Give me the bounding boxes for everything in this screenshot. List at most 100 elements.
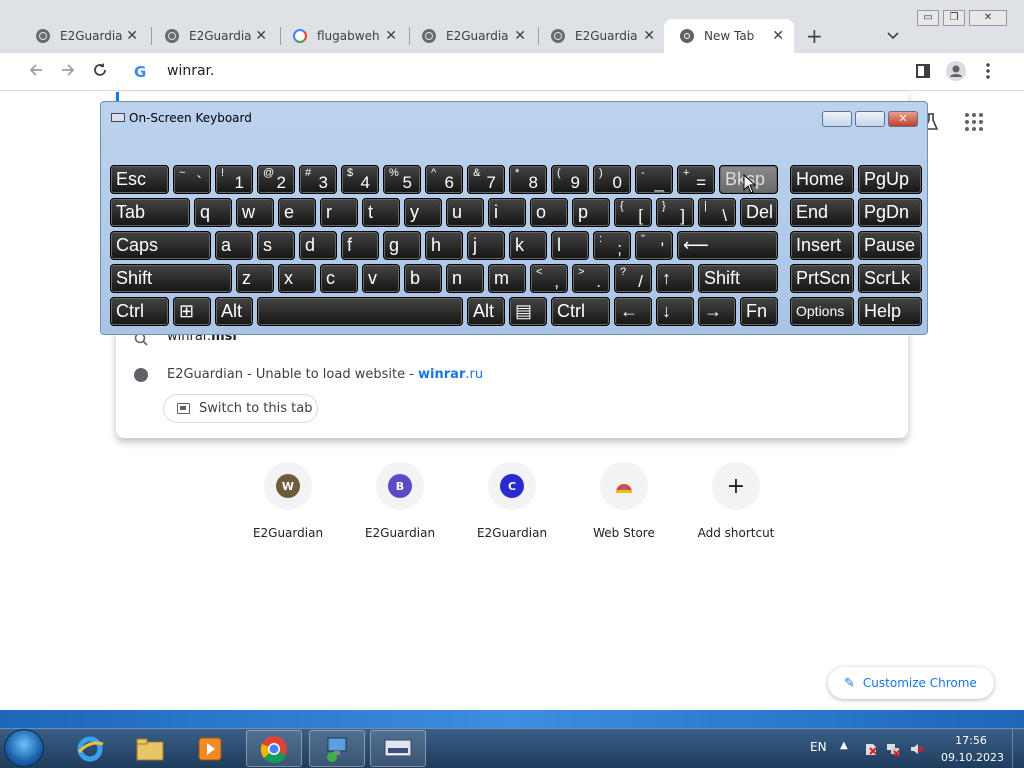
tab-close-icon[interactable]: ✕ [643,28,655,44]
osk-key[interactable]: Options [790,297,854,326]
osk-key[interactable]: ↑ [656,264,694,293]
osk-key[interactable]: c [320,264,358,293]
tab-close-icon[interactable]: ✕ [385,28,397,44]
forward-icon[interactable] [57,61,79,84]
osk-key[interactable]: @2 [257,165,295,194]
clock-time[interactable]: 17:56 [945,734,997,747]
osk-key[interactable]: b [404,264,442,293]
internet-explorer-icon[interactable] [62,730,118,767]
osk-key[interactable]: e [278,198,316,227]
osk-key[interactable]: ⟵ [677,231,778,260]
osk-key[interactable]: $4 [341,165,379,194]
show-desktop-button[interactable] [1012,729,1024,768]
network-icon[interactable] [886,741,900,757]
profile-avatar-icon[interactable] [946,61,966,81]
media-player-icon[interactable] [182,730,238,767]
customize-chrome-button[interactable]: ✎ Customize Chrome [828,667,994,699]
side-panel-icon[interactable] [916,64,930,78]
osk-key[interactable]: PrtScn [790,264,854,293]
osk-key[interactable]: ) 0 [593,165,631,194]
new-tab-button[interactable]: + [806,24,823,48]
osk-key[interactable]: & 7 [467,165,505,194]
osk-key[interactable]: PgUp [858,165,922,194]
osk-key[interactable]: (9 [551,165,589,194]
osk-key[interactable]: q [194,198,232,227]
language-indicator[interactable]: EN [810,740,827,754]
osk-key[interactable]: z [236,264,274,293]
osk-key[interactable]: Ctrl [110,297,169,326]
osk-key[interactable]: u [446,198,484,227]
osk-key[interactable]: - _ [635,165,673,194]
osk-key[interactable]: j [467,231,505,260]
chrome-taskbar-button[interactable] [246,730,302,767]
tab-1[interactable]: E2Guardian ✕ [20,21,148,51]
reload-icon[interactable] [89,61,111,84]
osk-minimize-button[interactable] [822,111,852,127]
osk-close-button[interactable]: ✕ [888,111,918,127]
osk-key[interactable]: Fn [740,297,778,326]
osk-key[interactable]: End [790,198,854,227]
osk-key[interactable]: o [530,198,568,227]
osk-key[interactable]: ? / [614,264,652,293]
osk-key[interactable]: {[ [614,198,652,227]
osk-key[interactable]: Del [740,198,778,227]
suggestion-tab[interactable]: E2Guardian - Unable to load website - wi… [167,367,483,382]
tab-close-icon[interactable]: ✕ [126,28,138,44]
action-center-icon[interactable] [864,741,878,755]
shortcut-2[interactable]: B E2Guardian [352,462,448,540]
osk-key[interactable]: ScrLk [858,264,922,293]
osk-key[interactable]: t [362,198,400,227]
minimize-button[interactable]: ▭ [917,10,939,26]
osk-key[interactable] [257,297,463,326]
osk-key[interactable]: ! 1 [215,165,253,194]
osk-key[interactable]: ▤ [509,297,547,326]
osk-key[interactable]: Pause [858,231,922,260]
osk-key[interactable]: s [257,231,295,260]
network-app-taskbar-button[interactable] [309,730,365,767]
osk-key[interactable]: n [446,264,484,293]
clock-date[interactable]: 09.10.2023 [941,751,1004,764]
osk-key[interactable]: d [299,231,337,260]
osk-key[interactable]: ^ 6 [425,165,463,194]
osk-key[interactable]: :; [593,231,631,260]
osk-key[interactable]: Shift [698,264,778,293]
tab-3[interactable]: flugabwehr ✕ [277,21,407,51]
osk-key[interactable]: f [341,231,379,260]
tab-new-tab[interactable]: New Tab ✕ [664,19,794,53]
show-hidden-icons-icon[interactable]: ▲ [840,740,848,751]
menu-kebab-icon[interactable] [983,62,993,80]
osk-key[interactable]: w [236,198,274,227]
osk-key[interactable]: <, [530,264,568,293]
shortcut-3[interactable]: C E2Guardian [464,462,560,540]
tab-close-icon[interactable]: ✕ [772,28,784,44]
tab-4[interactable]: E2Guardian ✕ [406,21,536,51]
osk-key[interactable]: r [320,198,358,227]
volume-muted-icon[interactable] [910,741,924,755]
osk-key[interactable]: Shift [110,264,232,293]
osk-key[interactable]: ~ ` [173,165,211,194]
osk-key[interactable]: i [488,198,526,227]
shortcut-1[interactable]: W E2Guardian [240,462,336,540]
tab-close-icon[interactable]: ✕ [514,28,526,44]
osk-key[interactable]: Alt [467,297,505,326]
apps-grid-icon[interactable] [965,113,985,133]
osk-key[interactable]: ↓ [656,297,694,326]
file-explorer-icon[interactable] [122,730,178,767]
osk-key[interactable]: }] [656,198,694,227]
back-icon[interactable] [25,61,47,84]
close-window-button[interactable]: ✕ [969,10,1007,26]
osk-key[interactable]: Alt [215,297,253,326]
tab-5[interactable]: E2Guardian ✕ [535,21,665,51]
omnibox-input[interactable]: winrar. [167,63,214,79]
start-button[interactable] [4,729,44,767]
osk-key[interactable]: Esc [110,165,169,194]
shortcut-web-store[interactable]: Web Store [576,462,672,540]
osk-key[interactable]: % 5 [383,165,421,194]
osk-key[interactable]: a [215,231,253,260]
osk-key[interactable]: Insert [790,231,854,260]
maximize-button[interactable]: ❐ [943,10,965,26]
osk-key[interactable]: >. [572,264,610,293]
osk-key[interactable]: + = [677,165,715,194]
osk-taskbar-button[interactable] [370,730,426,767]
osk-key[interactable]: y [404,198,442,227]
